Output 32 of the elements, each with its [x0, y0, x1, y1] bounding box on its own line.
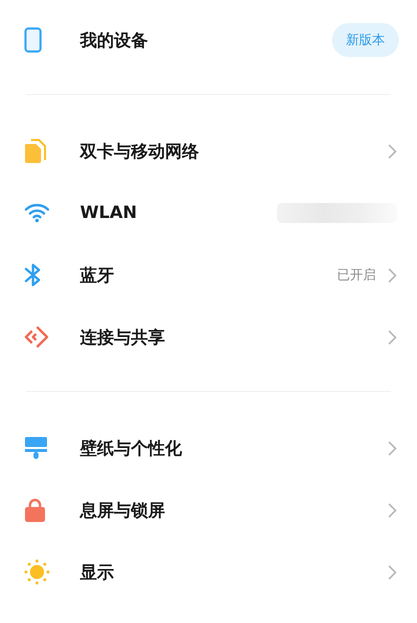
item-label: WLAN — [80, 203, 137, 223]
item-label: 蓝牙 — [80, 264, 114, 286]
lock-icon — [24, 498, 46, 522]
phone-icon — [24, 27, 42, 53]
item-label: 双卡与移动网络 — [80, 140, 199, 162]
bluetooth-icon — [24, 262, 42, 288]
chevron-icon — [388, 440, 397, 456]
new-version-badge: 新版本 — [332, 23, 399, 57]
sun-icon — [24, 559, 50, 585]
sim-card-icon — [24, 139, 46, 163]
settings-item[interactable]: 蓝牙 已开启 — [0, 244, 417, 306]
settings-item[interactable]: WLAN — [0, 182, 417, 244]
paint-roller-icon — [24, 436, 48, 460]
chevron-icon — [388, 564, 397, 580]
item-label: 显示 — [80, 562, 114, 584]
connection-icon — [24, 325, 50, 349]
item-label: 我的设备 — [80, 30, 148, 52]
wifi-icon — [24, 203, 50, 223]
chevron-icon — [388, 268, 397, 282]
settings-item[interactable]: 显示 — [0, 541, 417, 603]
item-label: 息屏与锁屏 — [80, 500, 165, 522]
settings-item[interactable]: 息屏与锁屏 — [0, 479, 417, 541]
settings-item[interactable]: 双卡与移动网络 — [0, 120, 417, 182]
chevron-icon — [388, 330, 397, 344]
status-text: 已开启 — [337, 267, 376, 284]
settings-item[interactable]: 我的设备 新版本 — [0, 9, 417, 71]
chevron-icon — [388, 502, 397, 518]
item-label: 连接与共享 — [80, 326, 165, 348]
item-label: 壁纸与个性化 — [80, 438, 182, 460]
settings-item[interactable]: 连接与共享 — [0, 306, 417, 368]
settings-item[interactable]: 壁纸与个性化 — [0, 417, 417, 479]
chevron-icon — [388, 144, 397, 158]
